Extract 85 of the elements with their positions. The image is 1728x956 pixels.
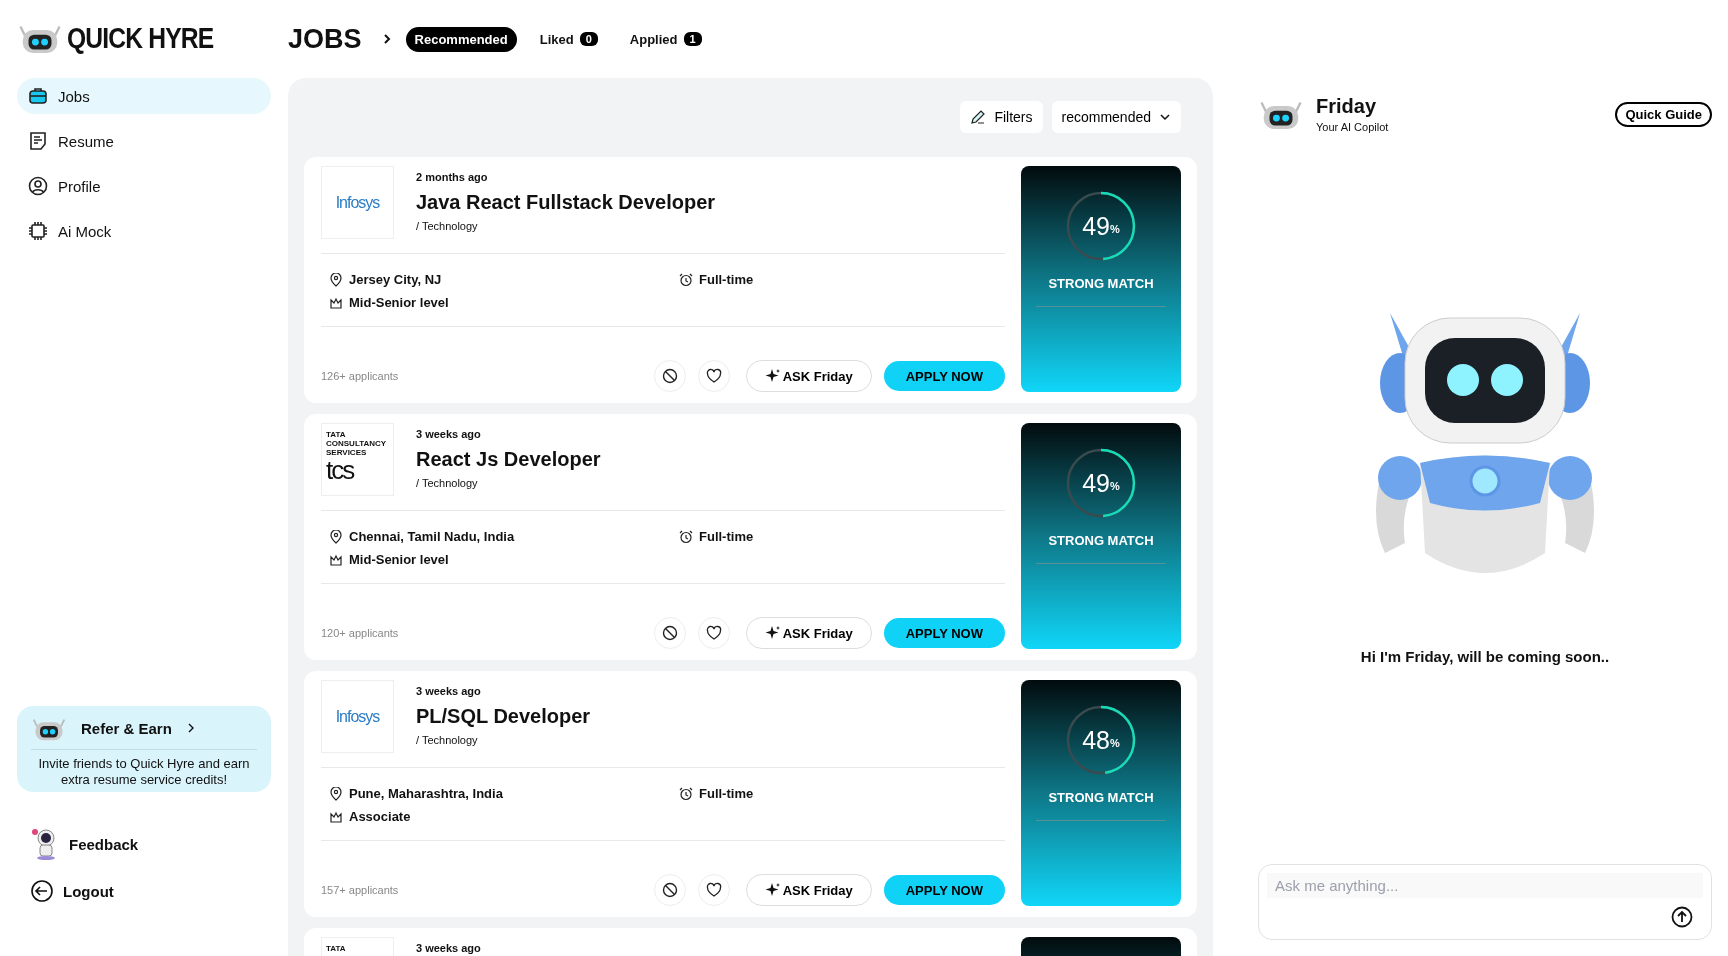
ask-friday-button[interactable]: ASK Friday [745, 617, 872, 649]
job-type: Full-time [679, 272, 1005, 287]
job-level: Mid-Senior level [329, 295, 679, 310]
job-title[interactable]: PL/SQL Developer [416, 705, 591, 728]
like-button[interactable] [697, 617, 730, 649]
feedback-link[interactable]: Feedback [17, 828, 271, 860]
job-type: Full-time [679, 529, 1005, 544]
job-category: / Technology [416, 734, 479, 746]
like-button[interactable] [697, 874, 730, 906]
like-button[interactable] [697, 360, 730, 392]
job-category: / Technology [416, 477, 479, 489]
location-pin-icon [329, 529, 343, 544]
chip-icon [28, 221, 48, 241]
job-level: Associate [329, 809, 679, 824]
heart-icon [705, 368, 722, 384]
company-logo: TATA [321, 937, 394, 956]
heart-icon [705, 625, 722, 641]
job-type: Full-time [679, 786, 1005, 801]
refer-card[interactable]: Refer & Earn Invite friends to Quick Hyre and earn extra resume service credits! [17, 705, 271, 792]
apply-now-button[interactable]: APPLY NOW [883, 618, 1005, 648]
job-level: Mid-Senior level [329, 552, 679, 567]
job-category: / Technology [416, 220, 479, 232]
nav-item[interactable]: Resume [17, 123, 271, 159]
company-logo: Infosys [321, 166, 394, 239]
job-title[interactable]: React Js Developer [416, 448, 601, 471]
company-logo: TATA CONSULTANCY SERVICES tcs [321, 423, 394, 496]
apply-now-button[interactable]: APPLY NOW [883, 361, 1005, 391]
dismiss-button[interactable] [653, 874, 686, 906]
posted-time: 2 months ago [416, 171, 489, 183]
job-location: Jersey City, NJ [329, 272, 679, 287]
match-percent: 48% [1081, 724, 1121, 756]
dismiss-button[interactable] [653, 617, 686, 649]
page-title: JOBS [288, 23, 362, 55]
chat-input[interactable]: Ask me anything... [1267, 873, 1703, 898]
nav-item[interactable]: Ai Mock [17, 213, 271, 249]
job-location: Chennai, Tamil Nadu, India [329, 529, 679, 544]
block-icon [661, 882, 678, 898]
send-button[interactable] [1671, 906, 1693, 928]
ask-friday-button[interactable]: ASK Friday [745, 874, 872, 906]
apply-now-button[interactable]: APPLY NOW [883, 875, 1005, 905]
heart-icon [705, 882, 722, 898]
match-percent: 49% [1081, 210, 1121, 242]
alarm-clock-icon [679, 272, 693, 287]
alarm-clock-icon [679, 529, 693, 544]
copilot-name: Friday [1316, 95, 1378, 118]
refer-title: Refer & Earn [81, 719, 172, 737]
block-icon [661, 625, 678, 641]
copilot-message: Hi I'm Friday, will be coming soon.. [1359, 648, 1611, 665]
brand-logo: QUICK HYRE [67, 21, 214, 55]
briefcase-icon [28, 86, 48, 106]
logout-link[interactable]: Logout [17, 880, 271, 902]
sort-dropdown[interactable]: recommended [1051, 101, 1181, 133]
filters-button[interactable]: Filters [960, 101, 1043, 133]
company-logo: Infosys [321, 680, 394, 753]
applicant-count: 126+ applicants [321, 370, 399, 382]
match-label: STRONG MATCH [1036, 276, 1166, 307]
location-pin-icon [329, 272, 343, 287]
copilot-subtitle: Your AI Copilot [1316, 121, 1389, 133]
location-pin-icon [329, 786, 343, 801]
dismiss-button[interactable] [653, 360, 686, 392]
block-icon [661, 368, 678, 384]
chevron-right-icon [381, 33, 392, 45]
posted-time: 3 weeks ago [416, 685, 482, 697]
filter-tab[interactable]: Applied 1 [620, 26, 711, 52]
pencil-icon [970, 109, 987, 125]
match-label: STRONG MATCH [1036, 790, 1166, 821]
applicant-count: 157+ applicants [321, 884, 399, 896]
match-percent: 49% [1081, 467, 1121, 499]
nav-item[interactable]: Jobs [17, 78, 271, 114]
ask-friday-button[interactable]: ASK Friday [745, 360, 872, 392]
quick-guide-button[interactable]: Quick Guide [1615, 101, 1712, 127]
filter-tab[interactable]: Recommended [405, 26, 517, 52]
alarm-clock-icon [679, 786, 693, 801]
applicant-count: 120+ applicants [321, 627, 399, 639]
filter-tab[interactable]: Liked 0 [530, 26, 607, 52]
nav-item[interactable]: Profile [17, 168, 271, 204]
chevron-down-icon [1159, 111, 1171, 123]
job-title[interactable]: Java React Fullstack Developer [416, 191, 716, 214]
user-icon [28, 176, 48, 196]
refer-description: Invite friends to Quick Hyre and earn extra resume service credits! [37, 756, 251, 788]
posted-time: 3 weeks ago [416, 428, 482, 440]
posted-time: 3 weeks ago [416, 942, 481, 954]
document-icon [28, 131, 48, 151]
match-label: STRONG MATCH [1036, 533, 1166, 564]
job-location: Pune, Maharashtra, India [329, 786, 679, 801]
